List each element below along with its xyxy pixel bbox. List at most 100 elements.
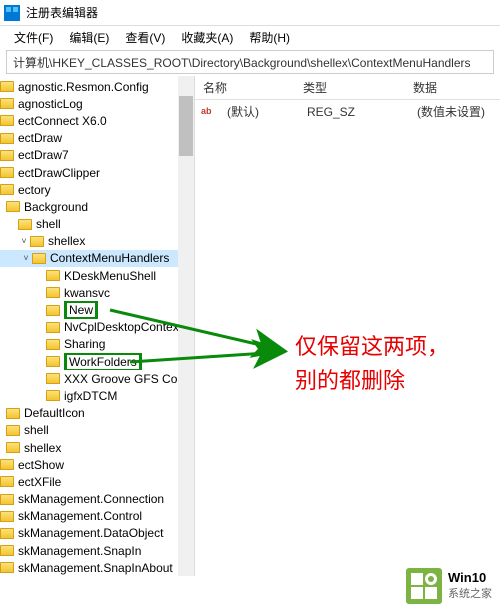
- tree-item[interactable]: Sharing: [0, 336, 194, 353]
- tree-item[interactable]: ˅ shellex: [0, 233, 194, 250]
- tree-item-label: Sharing: [64, 337, 105, 351]
- tree-item-label: skManagement.SnapIn: [18, 544, 141, 558]
- path-text: 计算机\HKEY_CLASSES_ROOT\Directory\Backgrou…: [13, 54, 471, 71]
- col-name[interactable]: 名称: [195, 79, 295, 96]
- tree-item[interactable]: New: [0, 301, 194, 318]
- tree-item[interactable]: skManagement.SnapInAbout: [0, 559, 194, 576]
- address-bar[interactable]: 计算机\HKEY_CLASSES_ROOT\Directory\Backgrou…: [6, 50, 494, 74]
- tree-item[interactable]: skManagement.DataObject: [0, 525, 194, 542]
- folder-icon: [0, 150, 14, 161]
- tree-item[interactable]: kwansvc: [0, 284, 194, 301]
- tree-item[interactable]: DefaultIcon: [0, 405, 194, 422]
- list-header: 名称 类型 数据: [195, 76, 500, 100]
- menu-edit[interactable]: 编辑(E): [61, 29, 117, 46]
- folder-icon: [32, 253, 46, 264]
- folder-icon: [0, 494, 14, 505]
- tree-item[interactable]: igfxDTCM: [0, 387, 194, 404]
- folder-icon: [0, 459, 14, 470]
- tree-item-label: ectDraw: [18, 131, 62, 145]
- tree-item[interactable]: shell: [0, 422, 194, 439]
- menu-favorites[interactable]: 收藏夹(A): [173, 29, 241, 46]
- folder-icon: [0, 511, 14, 522]
- tree-item-label: New: [64, 301, 98, 318]
- folder-icon: [0, 81, 14, 92]
- annotation-line1: 仅保留这两项，: [295, 330, 449, 364]
- watermark-line1: Win10: [448, 570, 492, 586]
- watermark-line2: 系统之家: [448, 586, 492, 602]
- tree-item-label: ectShow: [18, 458, 64, 472]
- folder-icon: [6, 408, 20, 419]
- folder-icon: [0, 115, 14, 126]
- tree-item-label: skManagement.DataObject: [18, 526, 163, 540]
- tree-item-label: shellex: [48, 234, 85, 248]
- tree-item[interactable]: ectDrawClipper: [0, 164, 194, 181]
- folder-icon: [0, 562, 14, 573]
- menu-file[interactable]: 文件(F): [6, 29, 61, 46]
- folder-icon: [6, 425, 20, 436]
- folder-icon: [46, 287, 60, 298]
- tree-item[interactable]: ectShow: [0, 456, 194, 473]
- watermark-text: Win10 系统之家: [448, 570, 492, 602]
- list-panel[interactable]: 名称 类型 数据 ab (默认) REG_SZ (数值未设置): [195, 76, 500, 576]
- tree-item-label: Background: [24, 200, 88, 214]
- tree-item[interactable]: skManagement.SnapIn: [0, 542, 194, 559]
- tree-item[interactable]: ectDraw: [0, 130, 194, 147]
- folder-icon: [30, 236, 44, 247]
- folder-icon: [46, 339, 60, 350]
- annotation-line2: 别的都删除: [295, 364, 449, 398]
- tree-item[interactable]: ectDraw7: [0, 147, 194, 164]
- tree-item[interactable]: WorkFolders: [0, 353, 194, 370]
- folder-icon: [18, 219, 32, 230]
- tree-item[interactable]: shellex: [0, 439, 194, 456]
- tree-item-label: skManagement.Connection: [18, 492, 164, 506]
- folder-icon: [46, 305, 60, 316]
- watermark-icon: [406, 568, 442, 604]
- window-title: 注册表编辑器: [26, 4, 98, 21]
- tree-item-label: ectConnect X6.0: [18, 114, 107, 128]
- scrollbar[interactable]: [178, 76, 194, 576]
- titlebar: 注册表编辑器: [0, 0, 500, 26]
- tree-item-label: agnosticLog: [18, 97, 83, 111]
- menu-help[interactable]: 帮助(H): [241, 29, 298, 46]
- tree-item[interactable]: KDeskMenuShell: [0, 267, 194, 284]
- tree-item-label: ectory: [18, 183, 51, 197]
- cell-name: (默认): [219, 103, 299, 120]
- tree-panel[interactable]: agnostic.Resmon.Config agnosticLog ectConn…: [0, 76, 195, 576]
- folder-icon: [0, 184, 14, 195]
- menu-view[interactable]: 查看(V): [117, 29, 173, 46]
- menubar: 文件(F) 编辑(E) 查看(V) 收藏夹(A) 帮助(H): [0, 26, 500, 48]
- tree-item-label: ectXFile: [18, 475, 61, 489]
- string-value-icon: ab: [201, 106, 215, 118]
- tree-item[interactable]: shell: [0, 216, 194, 233]
- folder-icon: [0, 528, 14, 539]
- tree-item-label: NvCplDesktopContext: [64, 320, 182, 334]
- folder-icon: [6, 442, 20, 453]
- tree-item[interactable]: ectXFile: [0, 473, 194, 490]
- col-data[interactable]: 数据: [405, 79, 500, 96]
- tree-item[interactable]: XXX Groove GFS Context: [0, 370, 194, 387]
- tree-item[interactable]: NvCplDesktopContext: [0, 319, 194, 336]
- tree-item[interactable]: Background: [0, 198, 194, 215]
- annotation-text: 仅保留这两项， 别的都删除: [295, 330, 449, 398]
- tree-item[interactable]: ectConnect X6.0: [0, 112, 194, 129]
- scrollbar-thumb[interactable]: [179, 96, 193, 156]
- folder-icon: [46, 356, 60, 367]
- tree-item-label: skManagement.Control: [18, 509, 142, 523]
- tree-item[interactable]: agnosticLog: [0, 95, 194, 112]
- tree-item[interactable]: agnostic.Resmon.Config: [0, 78, 194, 95]
- list-row[interactable]: ab (默认) REG_SZ (数值未设置): [195, 100, 500, 120]
- tree-item[interactable]: ectory: [0, 181, 194, 198]
- col-type[interactable]: 类型: [295, 79, 405, 96]
- tree-item[interactable]: skManagement.Control: [0, 508, 194, 525]
- folder-icon: [46, 322, 60, 333]
- tree-item[interactable]: skManagement.Connection: [0, 491, 194, 508]
- expand-icon[interactable]: ˅: [18, 236, 30, 246]
- tree-item-label: kwansvc: [64, 286, 110, 300]
- expand-icon[interactable]: ˅: [20, 253, 32, 263]
- tree-item[interactable]: ˅ContextMenuHandlers: [0, 250, 194, 267]
- folder-icon: [0, 133, 14, 144]
- tree-item-label: DefaultIcon: [24, 406, 85, 420]
- folder-icon: [46, 390, 60, 401]
- tree-item-label: igfxDTCM: [64, 389, 117, 403]
- tree-item-label: shellex: [24, 441, 61, 455]
